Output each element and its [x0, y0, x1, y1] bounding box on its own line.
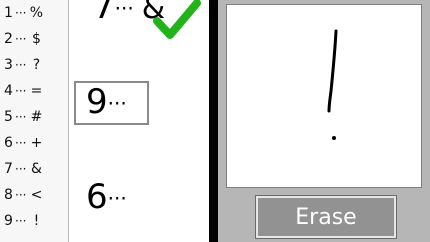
key-number: 5: [4, 109, 13, 125]
key-number: 9: [4, 213, 13, 229]
key-row: 9 ···!: [4, 208, 44, 234]
erase-button[interactable]: Erase: [255, 195, 397, 239]
current-item: 9···: [86, 85, 127, 119]
key-symbol: !: [33, 213, 40, 229]
writing-pad[interactable]: [226, 4, 422, 188]
key-symbol: <: [30, 187, 43, 203]
key-row: 8 ··· <: [4, 182, 44, 208]
key-dots: ···: [15, 136, 27, 150]
previous-number: 7: [93, 0, 115, 27]
previous-dots: ···: [114, 0, 134, 21]
key-symbol: +: [30, 135, 43, 151]
key-dots: ···: [15, 110, 27, 124]
key-symbol: &: [30, 161, 42, 177]
next-dots: ···: [107, 186, 127, 211]
key-number: 1: [4, 5, 13, 21]
key-dots: ···: [15, 188, 27, 202]
key-row: 4 ··· =: [4, 78, 44, 104]
key-row: 3 ···?: [4, 52, 44, 78]
key-number: 2: [4, 31, 13, 47]
key-symbol: $: [31, 31, 41, 47]
key-dots: ···: [15, 32, 27, 46]
key-row: 2 ··· $: [4, 26, 44, 52]
key-symbol: %: [29, 5, 44, 21]
key-symbol: #: [30, 109, 43, 125]
symbol-key-list: 1 ···% 2 ··· $ 3 ···? 4 ··· = 5 ··· # 6 ··· + 7 ···…: [4, 0, 44, 234]
key-number: 7: [4, 161, 13, 177]
current-dots: ···: [107, 91, 127, 116]
input-panel: Erase: [218, 0, 430, 242]
next-number: 6: [86, 177, 108, 217]
key-dots: ···: [15, 214, 27, 228]
key-dots: ···: [15, 58, 27, 72]
key-dots: ···: [15, 162, 27, 176]
key-row: 7 ··· &: [4, 156, 44, 182]
handwritten-exclamation-icon: [327, 29, 338, 140]
current-item-box: 9···: [74, 81, 149, 125]
key-row: 1 ···%: [4, 0, 44, 26]
key-dots: ···: [15, 6, 27, 20]
next-item: 6···: [86, 180, 127, 214]
key-row: 6 ··· +: [4, 130, 44, 156]
symbol-key-panel: 1 ···% 2 ··· $ 3 ···? 4 ··· = 5 ··· # 6 ··· + 7 ···…: [0, 0, 69, 242]
number-sequence: 7··· & 9··· 6···: [69, 0, 209, 242]
key-row: 5 ··· #: [4, 104, 44, 130]
key-number: 6: [4, 135, 13, 151]
key-number: 4: [4, 83, 13, 99]
current-number: 9: [86, 82, 108, 122]
key-symbol: =: [30, 83, 43, 99]
key-number: 8: [4, 187, 13, 203]
checkmark-icon: [153, 0, 201, 39]
key-dots: ···: [15, 84, 27, 98]
screen-divider: [209, 0, 218, 242]
key-number: 3: [4, 57, 13, 73]
key-symbol: ?: [32, 57, 41, 73]
